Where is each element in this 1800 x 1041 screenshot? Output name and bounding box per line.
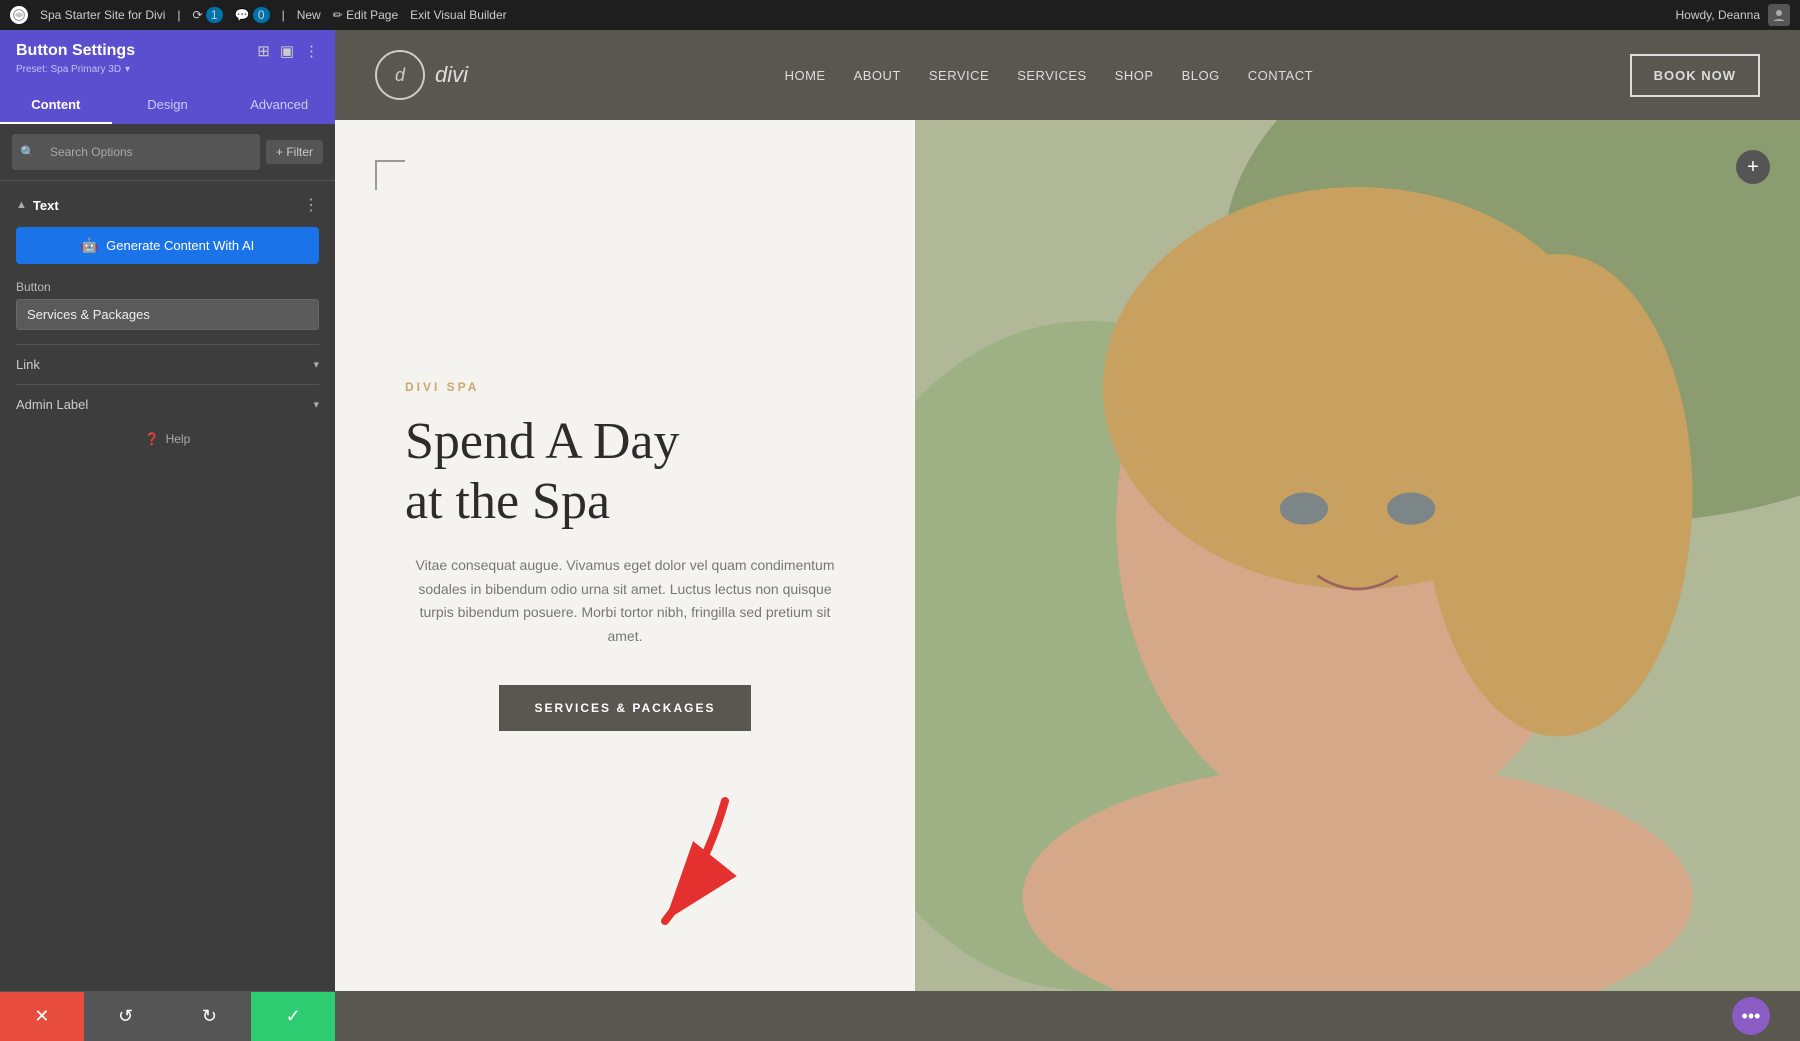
user-avatar[interactable] [1768, 4, 1790, 26]
preset-chevron: ▾ [125, 64, 130, 75]
admin-label-header[interactable]: Admin Label ▾ [16, 397, 319, 412]
redo-button[interactable]: ↻ [168, 992, 252, 1041]
panel-header: Button Settings ⊞ ▣ ⋮ Preset: Spa Primar… [0, 30, 335, 87]
nav-service[interactable]: SERVICE [929, 68, 989, 83]
new-link[interactable]: New [297, 8, 321, 22]
separator-2: | [282, 8, 285, 22]
hero-section: DIVI SPA Spend A Day at the Spa Vitae co… [335, 120, 1800, 991]
bottom-toolbar: ✕ ↺ ↻ ✓ [0, 991, 335, 1041]
floating-menu-button[interactable]: ••• [1732, 997, 1770, 1035]
panel-header-icons: ⊞ ▣ ⋮ [257, 42, 319, 60]
hero-subtitle: DIVI SPA [405, 380, 845, 394]
logo-d-letter: d [395, 65, 405, 86]
admin-label-chevron-icon: ▾ [313, 398, 319, 411]
howdy-section: Howdy, Deanna [1676, 4, 1791, 26]
text-section-header: ▲ Text ⋮ [16, 195, 319, 215]
button-field-group: Button [16, 280, 319, 330]
panel-tabs: Content Design Advanced [0, 87, 335, 124]
admin-bar: Spa Starter Site for Divi | ⟳ 1 💬 0 | Ne… [0, 0, 1800, 30]
hero-right: + [915, 120, 1800, 991]
hero-title: Spend A Day at the Spa [405, 412, 845, 532]
ai-icon: 🤖 [81, 237, 98, 254]
nav-blog[interactable]: BLOG [1182, 68, 1220, 83]
logo-text: divi [435, 62, 468, 88]
hero-body: Vitae consequat augue. Vivamus eget dolo… [405, 554, 845, 649]
search-row: 🔍 + Filter [0, 124, 335, 181]
book-now-button[interactable]: BOOK NOW [1630, 54, 1760, 97]
preset-label: Preset: Spa Primary 3D [16, 64, 121, 75]
help-icon: ❓ [145, 432, 160, 446]
site-preview: d divi HOME ABOUT SERVICE SERVICES SHOP … [335, 30, 1800, 1041]
link-section: Link ▾ [16, 344, 319, 372]
columns-icon[interactable]: ▣ [280, 42, 294, 60]
site-nav: d divi HOME ABOUT SERVICE SERVICES SHOP … [335, 30, 1800, 120]
link-chevron-icon: ▾ [313, 358, 319, 371]
more-icon[interactable]: ⋮ [304, 42, 319, 60]
tab-design[interactable]: Design [112, 87, 224, 124]
button-field-label: Button [16, 280, 319, 294]
separator-1: | [177, 8, 180, 22]
nav-links: HOME ABOUT SERVICE SERVICES SHOP BLOG CO… [785, 68, 1314, 83]
nav-about[interactable]: ABOUT [854, 68, 901, 83]
nav-shop[interactable]: SHOP [1115, 68, 1154, 83]
hero-left: DIVI SPA Spend A Day at the Spa Vitae co… [335, 120, 915, 991]
filter-button[interactable]: + Filter [266, 140, 323, 164]
preset-row[interactable]: Preset: Spa Primary 3D ▾ [16, 64, 319, 75]
button-text-input[interactable] [16, 299, 319, 330]
left-panel: Button Settings ⊞ ▣ ⋮ Preset: Spa Primar… [0, 30, 335, 1041]
admin-bar-right: Howdy, Deanna [1676, 4, 1791, 26]
hero-bracket [375, 160, 405, 190]
panel-title-row: Button Settings ⊞ ▣ ⋮ [16, 42, 319, 60]
layout-icon[interactable]: ⊞ [257, 42, 270, 60]
link-section-header[interactable]: Link ▾ [16, 357, 319, 372]
undo-button[interactable]: ↺ [84, 992, 168, 1041]
tab-advanced[interactable]: Advanced [223, 87, 335, 124]
text-chevron-icon[interactable]: ▲ [16, 199, 27, 211]
exit-builder-link[interactable]: Exit Visual Builder [410, 8, 507, 22]
site-name[interactable]: Spa Starter Site for Divi [40, 8, 165, 22]
add-section-button[interactable]: + [1736, 150, 1770, 184]
comments-icon[interactable]: 💬 0 [235, 8, 270, 22]
hero-cta-button[interactable]: SERVICES & PACKAGES [499, 685, 752, 731]
main-layout: Button Settings ⊞ ▣ ⋮ Preset: Spa Primar… [0, 30, 1800, 1041]
help-link[interactable]: ❓ Help [16, 432, 319, 446]
save-button[interactable]: ✓ [251, 992, 335, 1041]
nav-contact[interactable]: CONTACT [1248, 68, 1313, 83]
nav-services[interactable]: SERVICES [1017, 68, 1087, 83]
admin-bar-left: Spa Starter Site for Divi | ⟳ 1 💬 0 | Ne… [10, 6, 507, 24]
updates-icon[interactable]: ⟳ 1 [193, 8, 223, 22]
panel-content: ▲ Text ⋮ 🤖 Generate Content With AI Butt… [0, 181, 335, 991]
site-footer-partial: ••• [335, 991, 1800, 1041]
search-input-wrap: 🔍 [12, 134, 260, 170]
panel-title: Button Settings [16, 42, 135, 60]
tab-content[interactable]: Content [0, 87, 112, 124]
wordpress-logo[interactable] [10, 6, 28, 24]
nav-home[interactable]: HOME [785, 68, 826, 83]
ai-generate-button[interactable]: 🤖 Generate Content With AI [16, 227, 319, 264]
search-icon: 🔍 [20, 145, 35, 159]
cancel-button[interactable]: ✕ [0, 992, 84, 1041]
text-section-title: ▲ Text [16, 198, 59, 213]
howdy-text: Howdy, Deanna [1676, 8, 1761, 22]
text-section-more[interactable]: ⋮ [303, 195, 319, 215]
hero-image [915, 120, 1800, 991]
site-logo: d divi [375, 50, 468, 100]
logo-circle: d [375, 50, 425, 100]
search-input[interactable] [40, 138, 252, 166]
edit-page-link[interactable]: ✏ Edit Page [333, 8, 398, 22]
admin-label-section: Admin Label ▾ [16, 384, 319, 412]
